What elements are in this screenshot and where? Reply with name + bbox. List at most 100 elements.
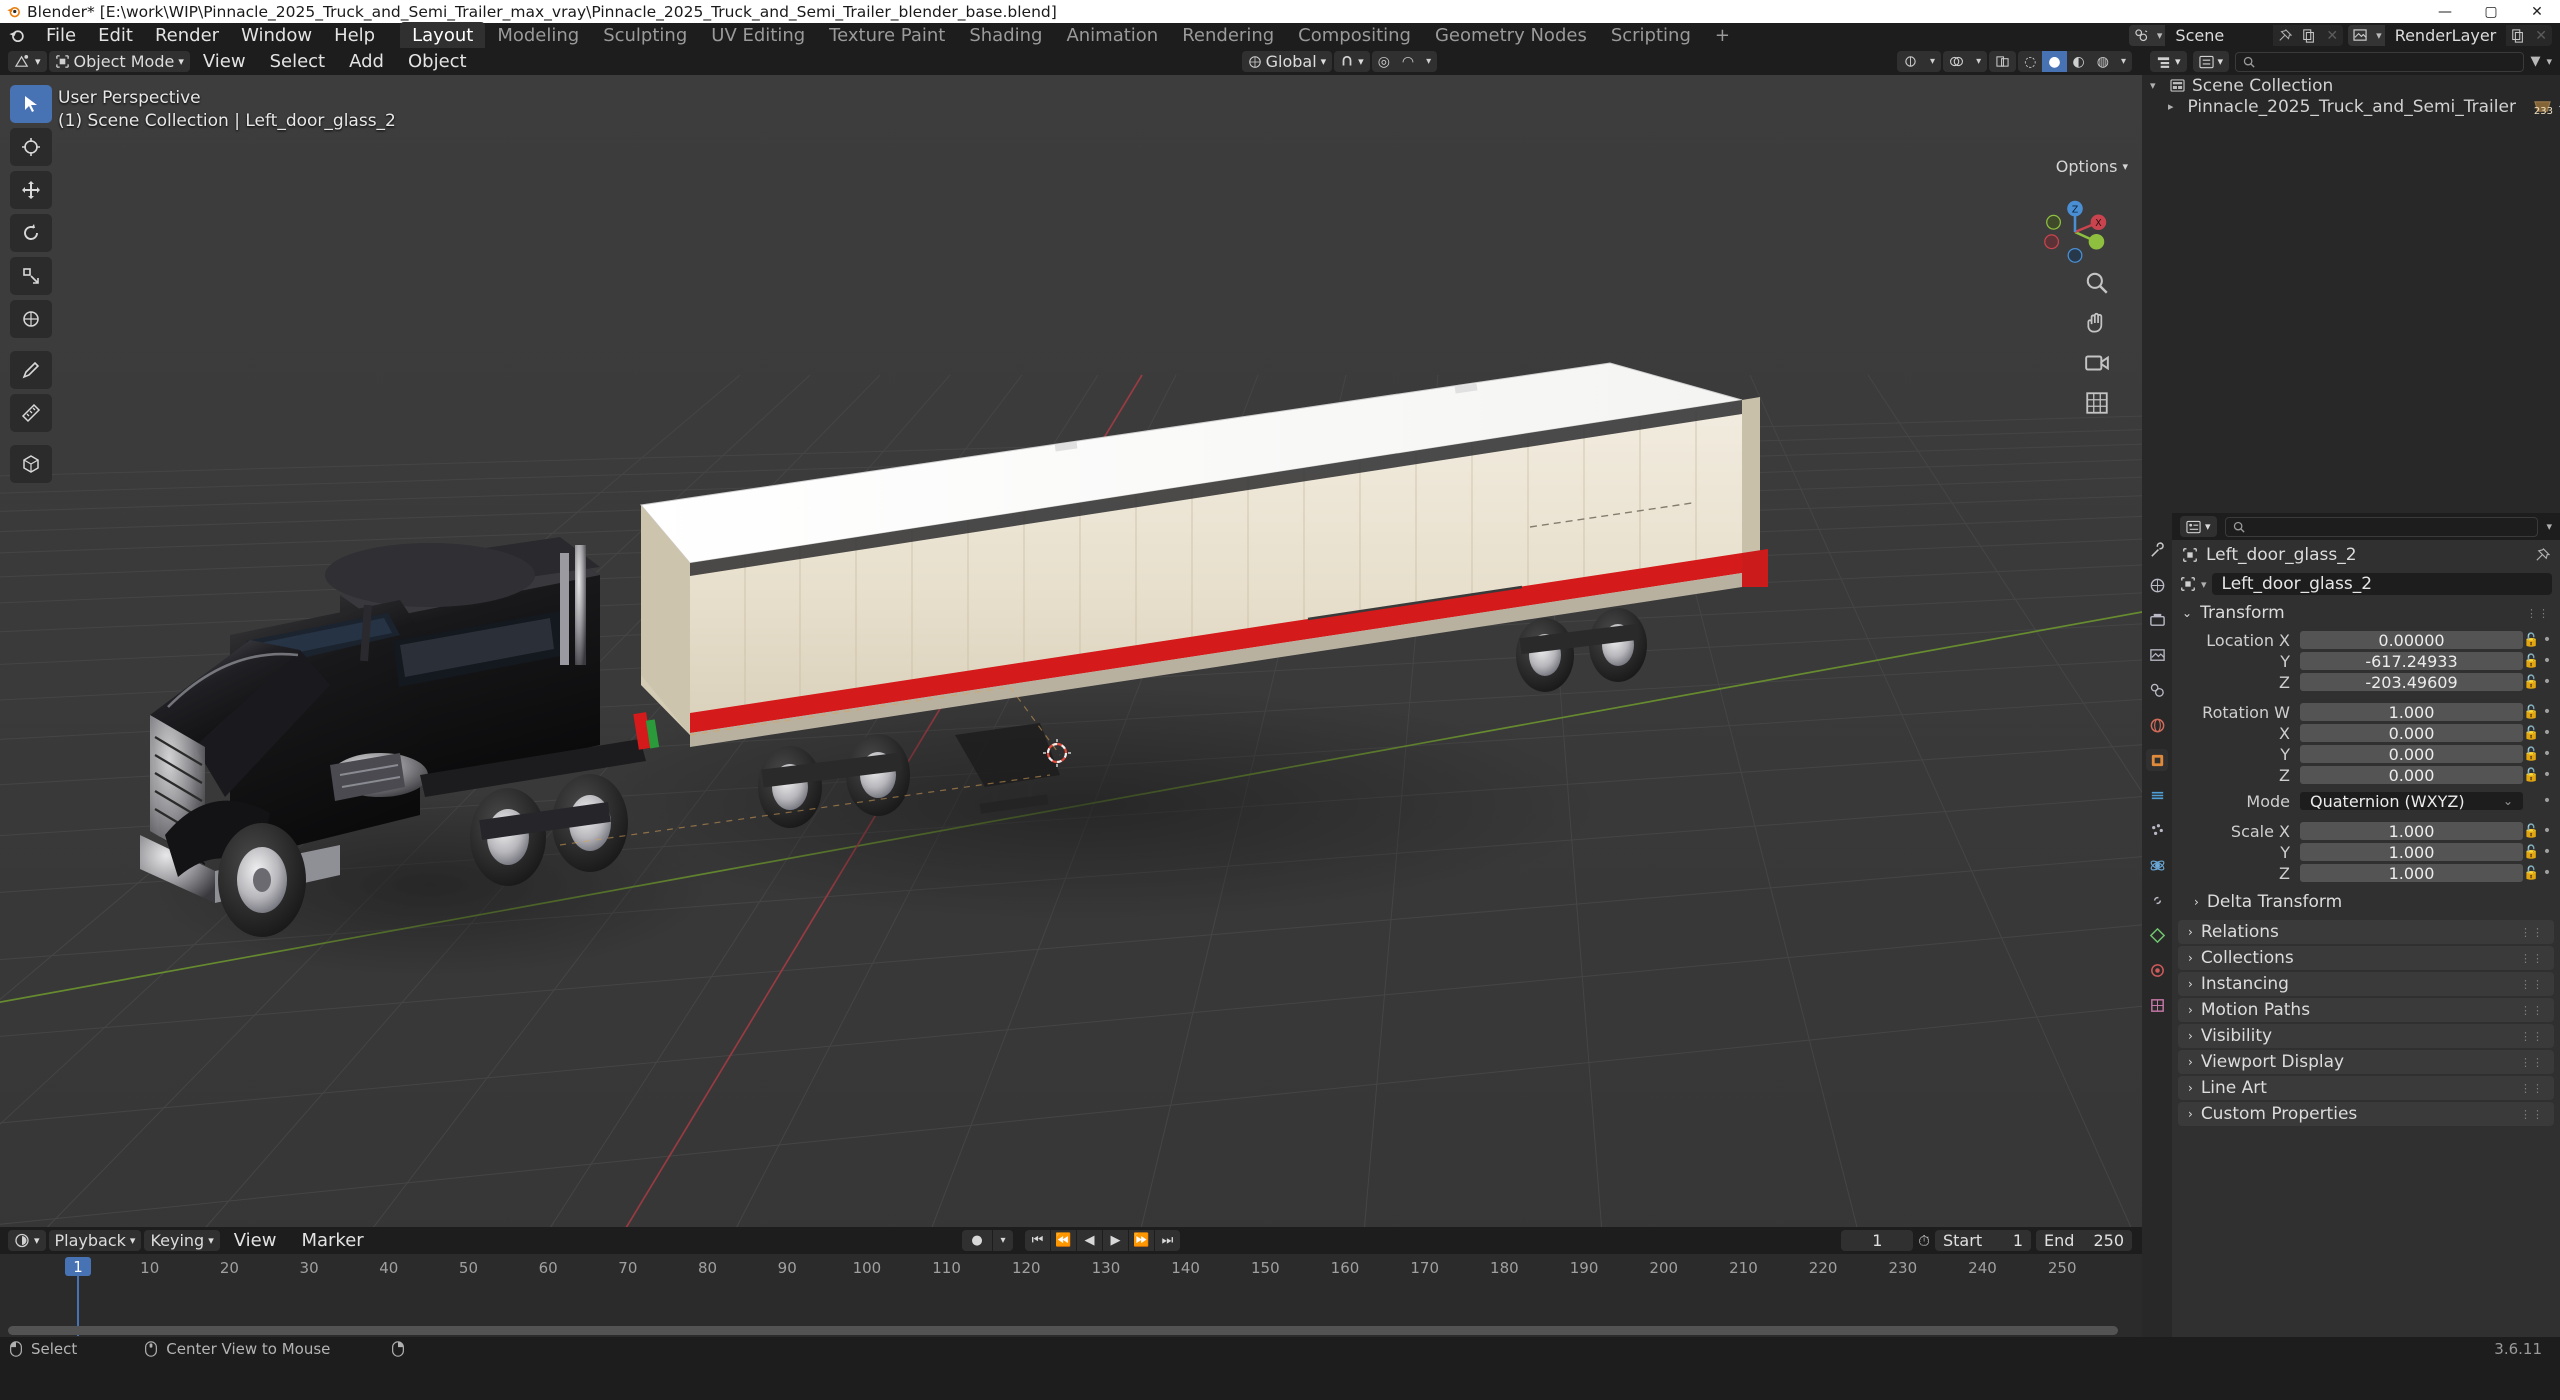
- material-properties-tab[interactable]: [2146, 959, 2168, 981]
- output-properties-tab[interactable]: [2146, 609, 2168, 631]
- falloff-chevron-icon[interactable]: ▾: [1420, 51, 1437, 72]
- proportional-falloff-icon[interactable]: ◠: [1396, 51, 1420, 72]
- location-z-animate-icon[interactable]: •: [2540, 674, 2554, 690]
- rotation-y-animate-icon[interactable]: •: [2540, 746, 2554, 762]
- scene-properties-tab[interactable]: [2146, 679, 2168, 701]
- frame-end-field[interactable]: End 250: [2036, 1230, 2132, 1251]
- new-viewlayer-icon[interactable]: [2506, 25, 2530, 46]
- rotation-mode-row[interactable]: Mode Quaternion (WXYZ) ⌄ •: [2172, 791, 2560, 811]
- tab-shading[interactable]: Shading: [957, 22, 1054, 49]
- location-x-lock-icon[interactable]: 🔓: [2523, 633, 2540, 648]
- move-tool-button[interactable]: [10, 171, 52, 209]
- scale-y-lock-icon[interactable]: 🔓: [2523, 845, 2540, 860]
- pin-scene-icon[interactable]: [2273, 25, 2297, 46]
- scale-x-lock-icon[interactable]: 🔓: [2523, 824, 2540, 839]
- viewport-nav-icons[interactable]: [2084, 270, 2110, 416]
- playback-controls[interactable]: ● ▾ ⏮ ⏪ ◀ ▶ ⏩ ⏭: [962, 1230, 1180, 1251]
- rotate-tool-button[interactable]: [10, 214, 52, 252]
- add-cube-tool-button[interactable]: [10, 445, 52, 483]
- outliner-filter-chevron-icon[interactable]: ▾: [2546, 55, 2552, 68]
- transport-controls[interactable]: ⏮ ⏪ ◀ ▶ ⏩ ⏭: [1025, 1230, 1180, 1251]
- cursor-tool-button[interactable]: [10, 128, 52, 166]
- window-controls[interactable]: — ▢ ✕: [2422, 0, 2560, 23]
- scale-z-lock-icon[interactable]: 🔓: [2523, 866, 2540, 881]
- play-reverse-button[interactable]: ◀: [1077, 1230, 1102, 1251]
- panel-custom-properties[interactable]: › Custom Properties ⋮⋮: [2178, 1102, 2554, 1126]
- workspace-tabs[interactable]: Layout Modeling Sculpting UV Editing Tex…: [400, 22, 1742, 49]
- rotation-w-value[interactable]: 1.000: [2300, 703, 2523, 722]
- shading-wireframe-icon[interactable]: ◌: [2018, 51, 2042, 72]
- relations-grip[interactable]: ⋮⋮: [2520, 926, 2544, 939]
- constraint-properties-tab[interactable]: [2146, 889, 2168, 911]
- interaction-mode-selector[interactable]: Object Mode ▾: [48, 51, 190, 72]
- scale-tool-button[interactable]: [10, 257, 52, 295]
- viewport-menu-object[interactable]: Object: [397, 51, 478, 72]
- timeline-menu-view[interactable]: View: [223, 1230, 288, 1251]
- delete-scene-icon[interactable]: ✕: [2321, 25, 2343, 46]
- panel-instancing[interactable]: › Instancing ⋮⋮: [2178, 972, 2554, 996]
- scene-collection-disclosure-icon[interactable]: ▾: [2150, 79, 2163, 92]
- keying-label[interactable]: Keying: [150, 1231, 204, 1250]
- rotation-mode-value[interactable]: Quaternion (WXYZ) ⌄: [2300, 792, 2523, 811]
- render-properties-tab[interactable]: [2146, 574, 2168, 596]
- shading-solid-icon[interactable]: ●: [2042, 51, 2067, 72]
- properties-editor[interactable]: ▾ ▾ Left_door_glass_2 ▾ Left_door_glass_…: [2142, 513, 2560, 1337]
- properties-options-chevron-icon[interactable]: ▾: [2546, 520, 2552, 533]
- object-data-properties-tab[interactable]: [2146, 924, 2168, 946]
- viewport-overlay-group[interactable]: ▾: [1943, 51, 1988, 72]
- panel-visibility[interactable]: › Visibility ⋮⋮: [2178, 1024, 2554, 1048]
- scene-name-field[interactable]: Scene: [2165, 25, 2274, 46]
- transform-panel-header[interactable]: ⌄ Transform ⋮⋮: [2172, 601, 2560, 625]
- instancing-disclosure-icon[interactable]: ›: [2188, 977, 2193, 991]
- keying-menu[interactable]: Keying ▾: [144, 1230, 220, 1251]
- jump-to-start-button[interactable]: ⏮: [1025, 1230, 1050, 1251]
- viewport-display-disclosure-icon[interactable]: ›: [2188, 1055, 2193, 1069]
- viewport-menu-select[interactable]: Select: [259, 51, 337, 72]
- blender-menu-icon[interactable]: [8, 27, 25, 44]
- viewlayer-dropdown-chevron-icon[interactable]: ▾: [2373, 25, 2385, 46]
- scale-y-value[interactable]: 1.000: [2300, 843, 2523, 862]
- mode-label[interactable]: Object Mode: [74, 52, 175, 71]
- shading-mode-group[interactable]: ◌ ● ◐ ◍ ▾: [2018, 51, 2132, 72]
- pan-hand-icon[interactable]: [2084, 310, 2110, 336]
- tab-texture-paint[interactable]: Texture Paint: [817, 22, 957, 49]
- close-button[interactable]: ✕: [2514, 0, 2560, 23]
- tool-properties-tab[interactable]: [2146, 539, 2168, 561]
- timeline-editor-type-selector[interactable]: ▾: [8, 1230, 46, 1251]
- panel-relations[interactable]: › Relations ⋮⋮: [2178, 920, 2554, 944]
- properties-tab-column[interactable]: [2142, 513, 2172, 1337]
- menu-help[interactable]: Help: [323, 23, 386, 48]
- shading-rendered-icon[interactable]: ◍: [2091, 51, 2115, 72]
- location-y-lock-icon[interactable]: 🔓: [2523, 654, 2540, 669]
- menu-file[interactable]: File: [35, 23, 87, 48]
- location-z-lock-icon[interactable]: 🔓: [2523, 675, 2540, 690]
- tab-layout[interactable]: Layout: [400, 22, 486, 49]
- transform-disclosure-icon[interactable]: ⌄: [2182, 606, 2192, 620]
- scale-z-row[interactable]: Z 1.000 🔓 •: [2172, 863, 2560, 883]
- tab-animation[interactable]: Animation: [1054, 22, 1170, 49]
- frame-start-field[interactable]: Start 1: [1935, 1230, 2031, 1251]
- measure-tool-button[interactable]: [10, 394, 52, 432]
- prev-keyframe-button[interactable]: ⏪: [1051, 1230, 1076, 1251]
- tab-uv-editing[interactable]: UV Editing: [699, 22, 817, 49]
- scale-z-value[interactable]: 1.000: [2300, 864, 2523, 883]
- scale-y-row[interactable]: Y 1.000 🔓 •: [2172, 842, 2560, 862]
- delta-transform-disclosure-icon[interactable]: ›: [2194, 895, 2199, 909]
- rotation-z-animate-icon[interactable]: •: [2540, 767, 2554, 783]
- tab-modeling[interactable]: Modeling: [485, 22, 591, 49]
- main-menu[interactable]: File Edit Render Window Help: [35, 23, 386, 48]
- next-keyframe-button[interactable]: ⏩: [1129, 1230, 1154, 1251]
- menu-window[interactable]: Window: [230, 23, 323, 48]
- auto-keyframe-chevron-icon[interactable]: ▾: [993, 1230, 1013, 1251]
- view-layer-properties-tab[interactable]: [2146, 644, 2168, 666]
- tab-scripting[interactable]: Scripting: [1599, 22, 1703, 49]
- viewport-scene-render[interactable]: [0, 75, 2142, 1337]
- navigation-gizmo[interactable]: X Z: [2036, 193, 2114, 271]
- timeline-editor[interactable]: ▾ Playback ▾ Keying ▾ View Marker ● ▾ ⏮ …: [0, 1227, 2142, 1337]
- panel-viewport-display[interactable]: › Viewport Display ⋮⋮: [2178, 1050, 2554, 1074]
- zoom-icon[interactable]: [2084, 270, 2110, 296]
- line-art-disclosure-icon[interactable]: ›: [2188, 1081, 2193, 1095]
- timeline-playhead[interactable]: 1: [65, 1257, 91, 1276]
- location-x-row[interactable]: Location X 0.00000 🔓 •: [2172, 630, 2560, 650]
- visibility-grip[interactable]: ⋮⋮: [2520, 1030, 2544, 1043]
